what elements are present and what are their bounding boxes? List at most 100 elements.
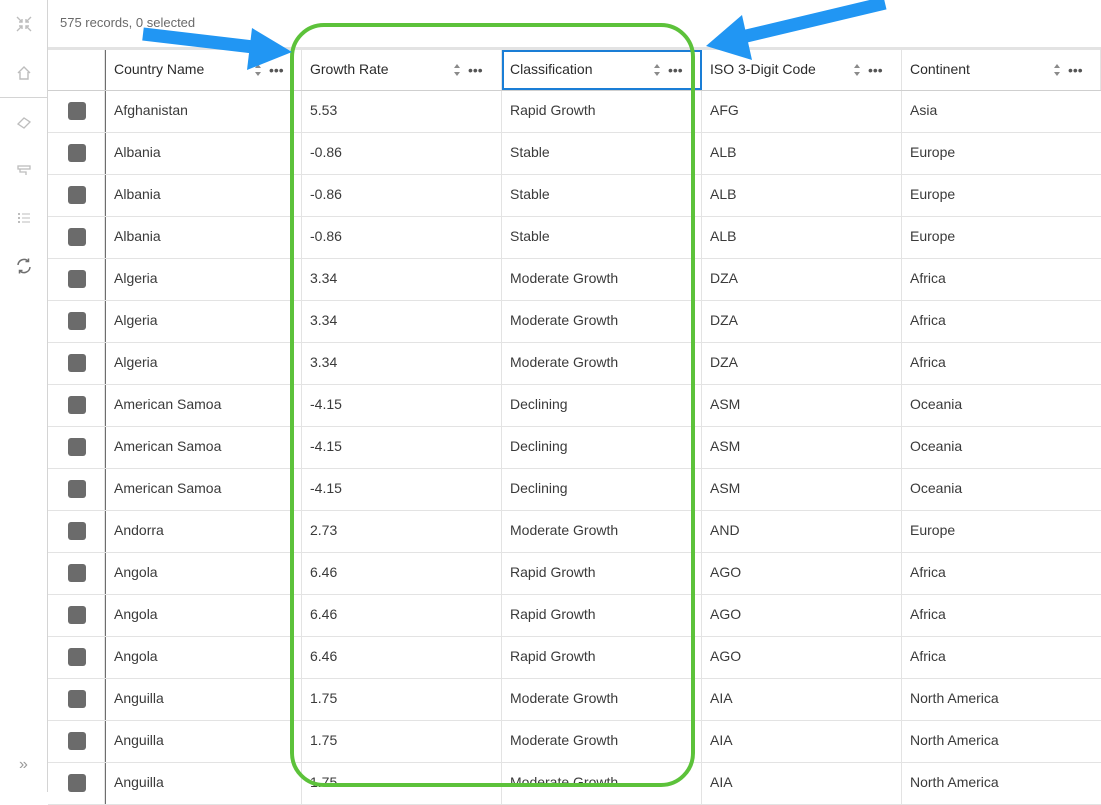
row-checkbox[interactable] <box>68 606 86 624</box>
row-select-cell[interactable] <box>48 637 105 678</box>
iso-code-cell[interactable]: ASM <box>702 385 902 426</box>
sort-icon[interactable] <box>653 63 661 77</box>
continent-cell[interactable]: North America <box>902 679 1101 720</box>
row-select-cell[interactable] <box>48 175 105 216</box>
continent-cell[interactable]: Africa <box>902 595 1101 636</box>
row-checkbox[interactable] <box>68 354 86 372</box>
filter-icon[interactable] <box>0 154 47 186</box>
row-checkbox[interactable] <box>68 228 86 246</box>
country-name-cell[interactable]: Afghanistan <box>105 91 302 132</box>
classification-cell[interactable]: Rapid Growth <box>502 595 702 636</box>
sort-icon[interactable] <box>254 63 262 77</box>
growth-rate-cell[interactable]: 5.53 <box>302 91 502 132</box>
growth-rate-cell[interactable]: 3.34 <box>302 259 502 300</box>
classification-cell[interactable]: Declining <box>502 385 702 426</box>
table-row[interactable]: Algeria 3.34 Moderate Growth DZA Africa <box>48 259 1101 301</box>
row-checkbox[interactable] <box>68 102 86 120</box>
continent-cell[interactable]: Oceania <box>902 469 1101 510</box>
row-select-cell[interactable] <box>48 133 105 174</box>
continent-cell[interactable]: Africa <box>902 343 1101 384</box>
table-row[interactable]: American Samoa -4.15 Declining ASM Oceania <box>48 385 1101 427</box>
classification-cell[interactable]: Stable <box>502 175 702 216</box>
growth-rate-cell[interactable]: 1.75 <box>302 763 502 804</box>
row-checkbox[interactable] <box>68 774 86 792</box>
table-row[interactable]: Angola 6.46 Rapid Growth AGO Africa <box>48 637 1101 679</box>
select-all-column[interactable] <box>48 50 105 90</box>
column-header-growth-rate[interactable]: Growth Rate ••• <box>302 50 502 90</box>
country-name-cell[interactable]: Angola <box>105 595 302 636</box>
iso-code-cell[interactable]: DZA <box>702 259 902 300</box>
collapse-double-chevron-icon[interactable]: » <box>0 749 47 781</box>
continent-cell[interactable]: Europe <box>902 217 1101 258</box>
growth-rate-cell[interactable]: 2.73 <box>302 511 502 552</box>
classification-cell[interactable]: Stable <box>502 133 702 174</box>
home-icon[interactable] <box>0 57 47 89</box>
iso-code-cell[interactable]: DZA <box>702 301 902 342</box>
table-row[interactable]: Albania -0.86 Stable ALB Europe <box>48 133 1101 175</box>
classification-cell[interactable]: Moderate Growth <box>502 679 702 720</box>
table-row[interactable]: American Samoa -4.15 Declining ASM Oceania <box>48 427 1101 469</box>
column-menu-icon[interactable]: ••• <box>868 62 883 78</box>
row-select-cell[interactable] <box>48 679 105 720</box>
table-row[interactable]: Angola 6.46 Rapid Growth AGO Africa <box>48 553 1101 595</box>
row-checkbox[interactable] <box>68 438 86 456</box>
classification-cell[interactable]: Stable <box>502 217 702 258</box>
continent-cell[interactable]: Africa <box>902 259 1101 300</box>
country-name-cell[interactable]: Albania <box>105 217 302 258</box>
row-checkbox[interactable] <box>68 648 86 666</box>
table-row[interactable]: Albania -0.86 Stable ALB Europe <box>48 175 1101 217</box>
continent-cell[interactable]: Africa <box>902 301 1101 342</box>
country-name-cell[interactable]: Albania <box>105 175 302 216</box>
table-row[interactable]: Andorra 2.73 Moderate Growth AND Europe <box>48 511 1101 553</box>
continent-cell[interactable]: Asia <box>902 91 1101 132</box>
column-menu-icon[interactable]: ••• <box>468 62 483 78</box>
continent-cell[interactable]: Africa <box>902 553 1101 594</box>
growth-rate-cell[interactable]: -0.86 <box>302 217 502 258</box>
continent-cell[interactable]: Europe <box>902 175 1101 216</box>
row-checkbox[interactable] <box>68 186 86 204</box>
row-checkbox[interactable] <box>68 522 86 540</box>
row-select-cell[interactable] <box>48 553 105 594</box>
iso-code-cell[interactable]: AIA <box>702 721 902 762</box>
iso-code-cell[interactable]: DZA <box>702 343 902 384</box>
continent-cell[interactable]: Europe <box>902 133 1101 174</box>
country-name-cell[interactable]: Angola <box>105 637 302 678</box>
classification-cell[interactable]: Moderate Growth <box>502 721 702 762</box>
row-select-cell[interactable] <box>48 595 105 636</box>
country-name-cell[interactable]: Algeria <box>105 259 302 300</box>
growth-rate-cell[interactable]: 6.46 <box>302 595 502 636</box>
row-checkbox[interactable] <box>68 690 86 708</box>
growth-rate-cell[interactable]: 6.46 <box>302 637 502 678</box>
growth-rate-cell[interactable]: -4.15 <box>302 427 502 468</box>
continent-cell[interactable]: Africa <box>902 637 1101 678</box>
column-header-classification[interactable]: Classification ••• <box>502 50 702 90</box>
list-icon[interactable] <box>0 202 47 234</box>
row-select-cell[interactable] <box>48 343 105 384</box>
classification-cell[interactable]: Declining <box>502 469 702 510</box>
table-row[interactable]: Anguilla 1.75 Moderate Growth AIA North Amer… <box>48 763 1101 805</box>
iso-code-cell[interactable]: ALB <box>702 217 902 258</box>
row-checkbox[interactable] <box>68 144 86 162</box>
table-row[interactable]: Albania -0.86 Stable ALB Europe <box>48 217 1101 259</box>
iso-code-cell[interactable]: AIA <box>702 679 902 720</box>
sort-icon[interactable] <box>453 63 461 77</box>
classification-cell[interactable]: Moderate Growth <box>502 301 702 342</box>
iso-code-cell[interactable]: ALB <box>702 133 902 174</box>
row-select-cell[interactable] <box>48 385 105 426</box>
iso-code-cell[interactable]: AND <box>702 511 902 552</box>
table-row[interactable]: Algeria 3.34 Moderate Growth DZA Africa <box>48 343 1101 385</box>
row-checkbox[interactable] <box>68 312 86 330</box>
row-select-cell[interactable] <box>48 721 105 762</box>
table-row[interactable]: Anguilla 1.75 Moderate Growth AIA North Amer… <box>48 721 1101 763</box>
continent-cell[interactable]: North America <box>902 721 1101 762</box>
column-header-country-name[interactable]: Country Name ••• <box>105 50 302 90</box>
iso-code-cell[interactable]: ALB <box>702 175 902 216</box>
iso-code-cell[interactable]: ASM <box>702 469 902 510</box>
country-name-cell[interactable]: Algeria <box>105 301 302 342</box>
row-select-cell[interactable] <box>48 427 105 468</box>
row-select-cell[interactable] <box>48 301 105 342</box>
country-name-cell[interactable]: American Samoa <box>105 469 302 510</box>
classification-cell[interactable]: Rapid Growth <box>502 91 702 132</box>
classification-cell[interactable]: Rapid Growth <box>502 553 702 594</box>
table-row[interactable]: Afghanistan 5.53 Rapid Growth AFG Asia <box>48 91 1101 133</box>
